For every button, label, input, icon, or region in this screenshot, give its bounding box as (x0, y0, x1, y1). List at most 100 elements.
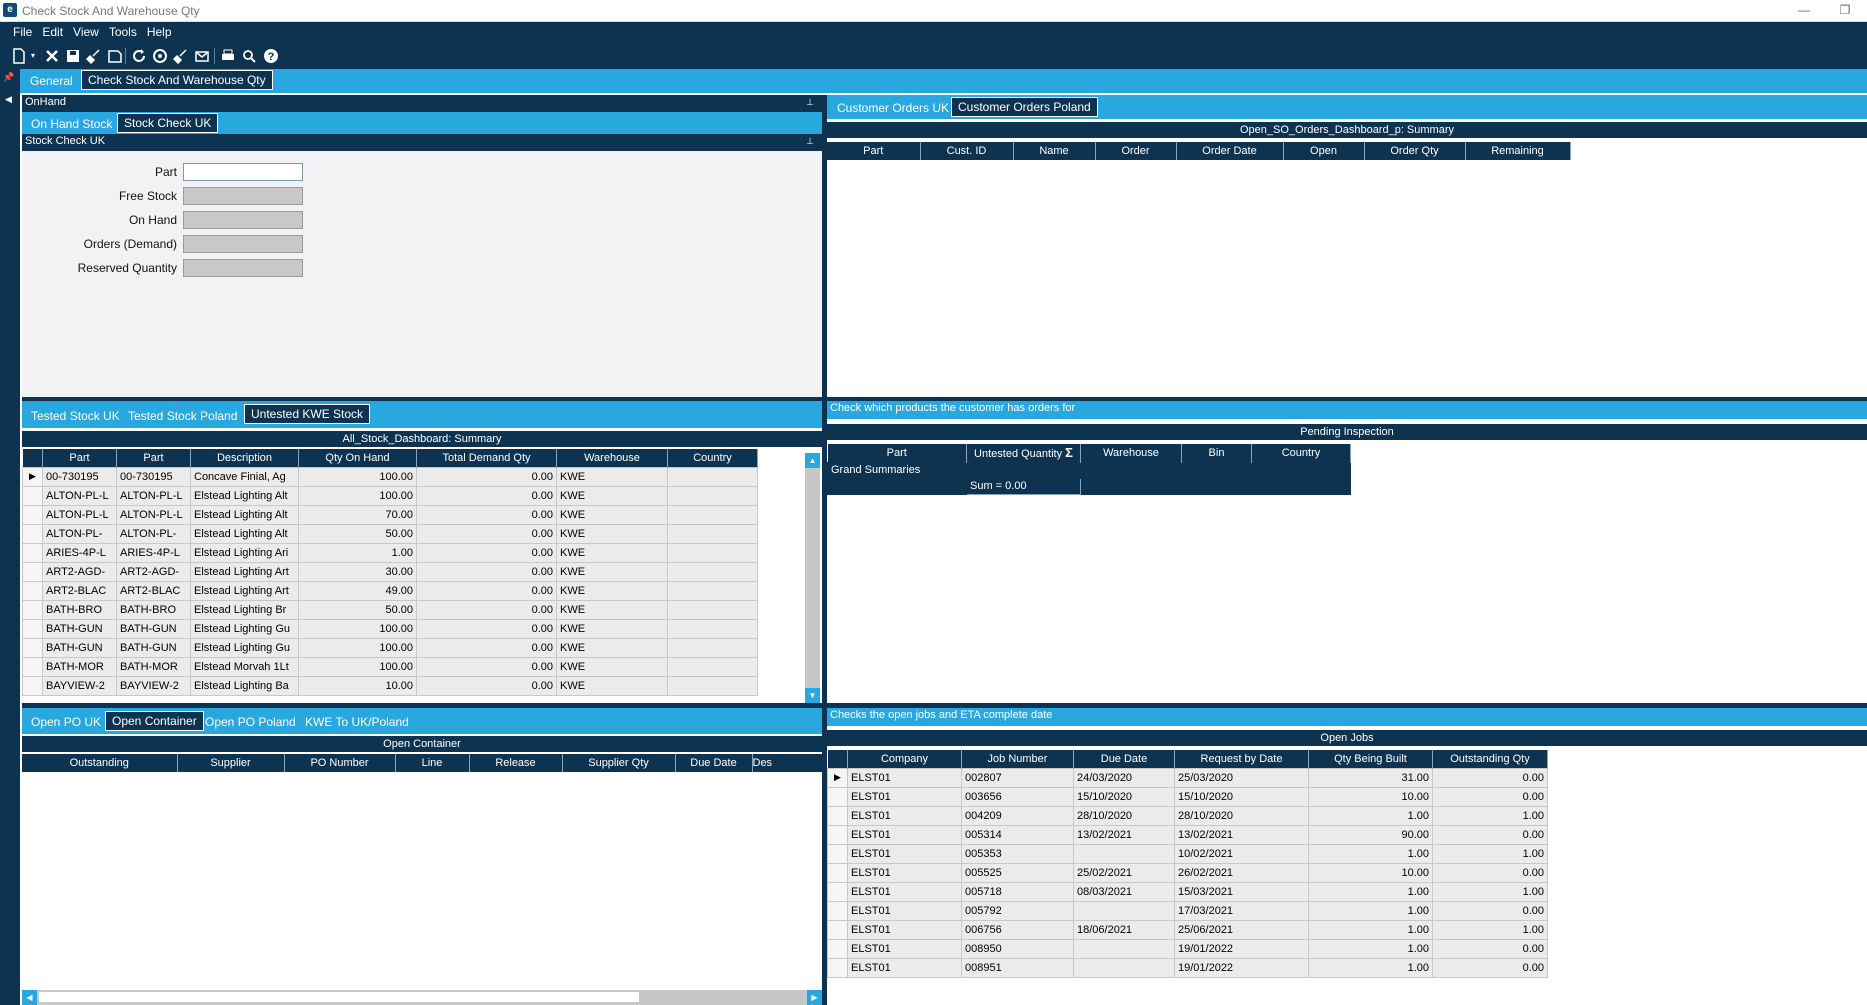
scroll-right-arrow-icon[interactable]: ▶ (807, 990, 822, 1005)
table-cell[interactable]: 70.00 (298, 504, 417, 525)
row-selector[interactable] (22, 485, 43, 506)
tab-tested-stock-poland[interactable]: Tested Stock Poland (122, 406, 243, 426)
current-row-indicator-icon[interactable]: ▶ (827, 767, 848, 788)
table-cell[interactable] (1073, 900, 1175, 921)
table-cell[interactable]: 10.00 (1308, 786, 1433, 807)
table-cell[interactable]: 17/03/2021 (1174, 900, 1309, 921)
table-cell[interactable]: 0.00 (416, 485, 557, 506)
table-cell[interactable]: Elstead Lighting Art (190, 580, 299, 601)
row-selector[interactable] (827, 862, 848, 883)
table-cell[interactable]: 1.00 (1308, 805, 1433, 826)
column-header-warehouse[interactable]: Warehouse (1080, 444, 1182, 462)
send-mail-icon[interactable] (193, 47, 211, 65)
table-cell[interactable]: 0.00 (1432, 824, 1548, 845)
column-header-open[interactable]: Open (1283, 142, 1365, 160)
tab-check-stock[interactable]: Check Stock And Warehouse Qty (81, 70, 273, 90)
table-cell[interactable]: 25/06/2021 (1174, 919, 1309, 940)
table-row[interactable]: ELST01 008950 19/01/2022 1.00 0.00 (827, 938, 1548, 959)
column-header-request-by-date[interactable]: Request by Date (1174, 750, 1309, 768)
table-cell[interactable]: ELST01 (847, 767, 962, 788)
menu-view[interactable]: View (68, 22, 104, 43)
table-cell[interactable] (667, 580, 758, 601)
column-header-po-number[interactable]: PO Number (284, 754, 396, 772)
table-cell[interactable]: ELST01 (847, 919, 962, 940)
table-cell[interactable]: BATH-GUN (42, 637, 117, 658)
table-cell[interactable]: 00-730195 (42, 466, 117, 487)
tab-customer-orders-poland[interactable]: Customer Orders Poland (951, 97, 1098, 117)
table-cell[interactable]: 90.00 (1308, 824, 1433, 845)
table-cell[interactable]: Concave Finial, Ag (190, 466, 299, 487)
minimize-icon[interactable]: — (1794, 2, 1814, 18)
table-cell[interactable]: KWE (556, 542, 668, 563)
tab-stock-check-uk[interactable]: Stock Check UK (117, 113, 219, 133)
table-cell[interactable]: Elstead Morvah 1Lt (190, 656, 299, 677)
tab-on-hand-stock[interactable]: On Hand Stock (25, 114, 118, 134)
table-cell[interactable]: ELST01 (847, 843, 962, 864)
table-cell[interactable]: Elstead Lighting Art (190, 561, 299, 582)
pin-icon[interactable]: 📌 (3, 72, 17, 86)
table-cell[interactable]: 24/03/2020 (1073, 767, 1175, 788)
table-cell[interactable]: 1.00 (1432, 919, 1548, 940)
column-header-name[interactable]: Name (1013, 142, 1096, 160)
table-cell[interactable]: ALTON-PL- (116, 523, 191, 544)
table-cell[interactable]: 0.00 (1432, 957, 1548, 978)
tab-untested-kwe-stock[interactable]: Untested KWE Stock (244, 404, 371, 424)
new-dropdown-icon[interactable]: ▾ (28, 47, 38, 65)
row-selector[interactable] (22, 504, 43, 525)
table-row[interactable]: ART2-BLAC ART2-BLAC Elstead Lighting Art 49… (22, 580, 758, 601)
row-selector[interactable] (827, 824, 848, 845)
table-cell[interactable]: ELST01 (847, 786, 962, 807)
row-selector[interactable] (22, 618, 43, 639)
table-row[interactable]: BATH-MOR BATH-MOR Elstead Morvah 1Lt 100.00… (22, 656, 758, 677)
scroll-down-arrow-icon[interactable]: ▼ (805, 688, 820, 703)
undo-icon[interactable] (106, 47, 124, 65)
table-cell[interactable]: ALTON-PL-L (116, 485, 191, 506)
refresh-all-icon[interactable] (151, 47, 169, 65)
table-cell[interactable]: ART2-AGD- (42, 561, 117, 582)
row-selector[interactable] (22, 523, 43, 544)
table-cell[interactable]: 15/10/2020 (1174, 786, 1309, 807)
column-header-outstanding-qty[interactable]: Outstanding Qty (1432, 750, 1548, 768)
table-row[interactable]: ELST01 005353 10/02/2021 1.00 1.00 (827, 843, 1548, 864)
table-cell[interactable] (667, 675, 758, 696)
table-cell[interactable]: 1.00 (1432, 805, 1548, 826)
table-cell[interactable]: 0.00 (416, 542, 557, 563)
table-cell[interactable]: Elstead Lighting Gu (190, 618, 299, 639)
tab-general[interactable]: General (24, 71, 79, 91)
table-cell[interactable]: Elstead Lighting Ari (190, 542, 299, 563)
table-cell[interactable]: ALTON-PL- (42, 523, 117, 544)
table-cell[interactable]: 005314 (961, 824, 1074, 845)
row-selector[interactable] (22, 561, 43, 582)
tab-open-container[interactable]: Open Container (105, 711, 204, 731)
table-cell[interactable]: KWE (556, 504, 668, 525)
table-cell[interactable]: KWE (556, 485, 668, 506)
column-header-outstanding[interactable]: Outstanding (22, 754, 178, 772)
row-selector[interactable] (22, 580, 43, 601)
table-cell[interactable]: ELST01 (847, 862, 962, 883)
table-cell[interactable]: ART2-AGD- (116, 561, 191, 582)
table-cell[interactable]: KWE (556, 637, 668, 658)
table-cell[interactable]: ELST01 (847, 824, 962, 845)
table-cell[interactable]: KWE (556, 466, 668, 487)
table-row[interactable]: ELST01 005792 17/03/2021 1.00 0.00 (827, 900, 1548, 921)
table-cell[interactable]: 005353 (961, 843, 1074, 864)
current-row-indicator-icon[interactable]: ▶ (22, 466, 43, 487)
table-cell[interactable]: 26/02/2021 (1174, 862, 1309, 883)
column-header-part[interactable]: Part (42, 449, 117, 467)
table-row[interactable]: ELST01 005718 08/03/2021 15/03/2021 1.00 1.00 (827, 881, 1548, 902)
table-cell[interactable] (1073, 843, 1175, 864)
table-cell[interactable]: 100.00 (298, 637, 417, 658)
menu-help[interactable]: Help (142, 22, 177, 43)
table-row[interactable]: ALTON-PL-L ALTON-PL-L Elstead Lighting Alt… (22, 504, 758, 525)
row-selector[interactable] (827, 881, 848, 902)
column-header-supplier[interactable]: Supplier (177, 754, 285, 772)
table-cell[interactable]: Elstead Lighting Gu (190, 637, 299, 658)
table-cell[interactable]: 50.00 (298, 599, 417, 620)
restore-icon[interactable]: ❐ (1835, 2, 1855, 18)
table-row[interactable]: ▶ 00-730195 00-730195 Concave Finial, Ag 100… (22, 466, 758, 487)
table-cell[interactable]: 13/02/2021 (1174, 824, 1309, 845)
table-cell[interactable]: 50.00 (298, 523, 417, 544)
column-header-order-date[interactable]: Order Date (1176, 142, 1284, 160)
table-cell[interactable] (667, 504, 758, 525)
table-cell[interactable]: 1.00 (1308, 938, 1433, 959)
